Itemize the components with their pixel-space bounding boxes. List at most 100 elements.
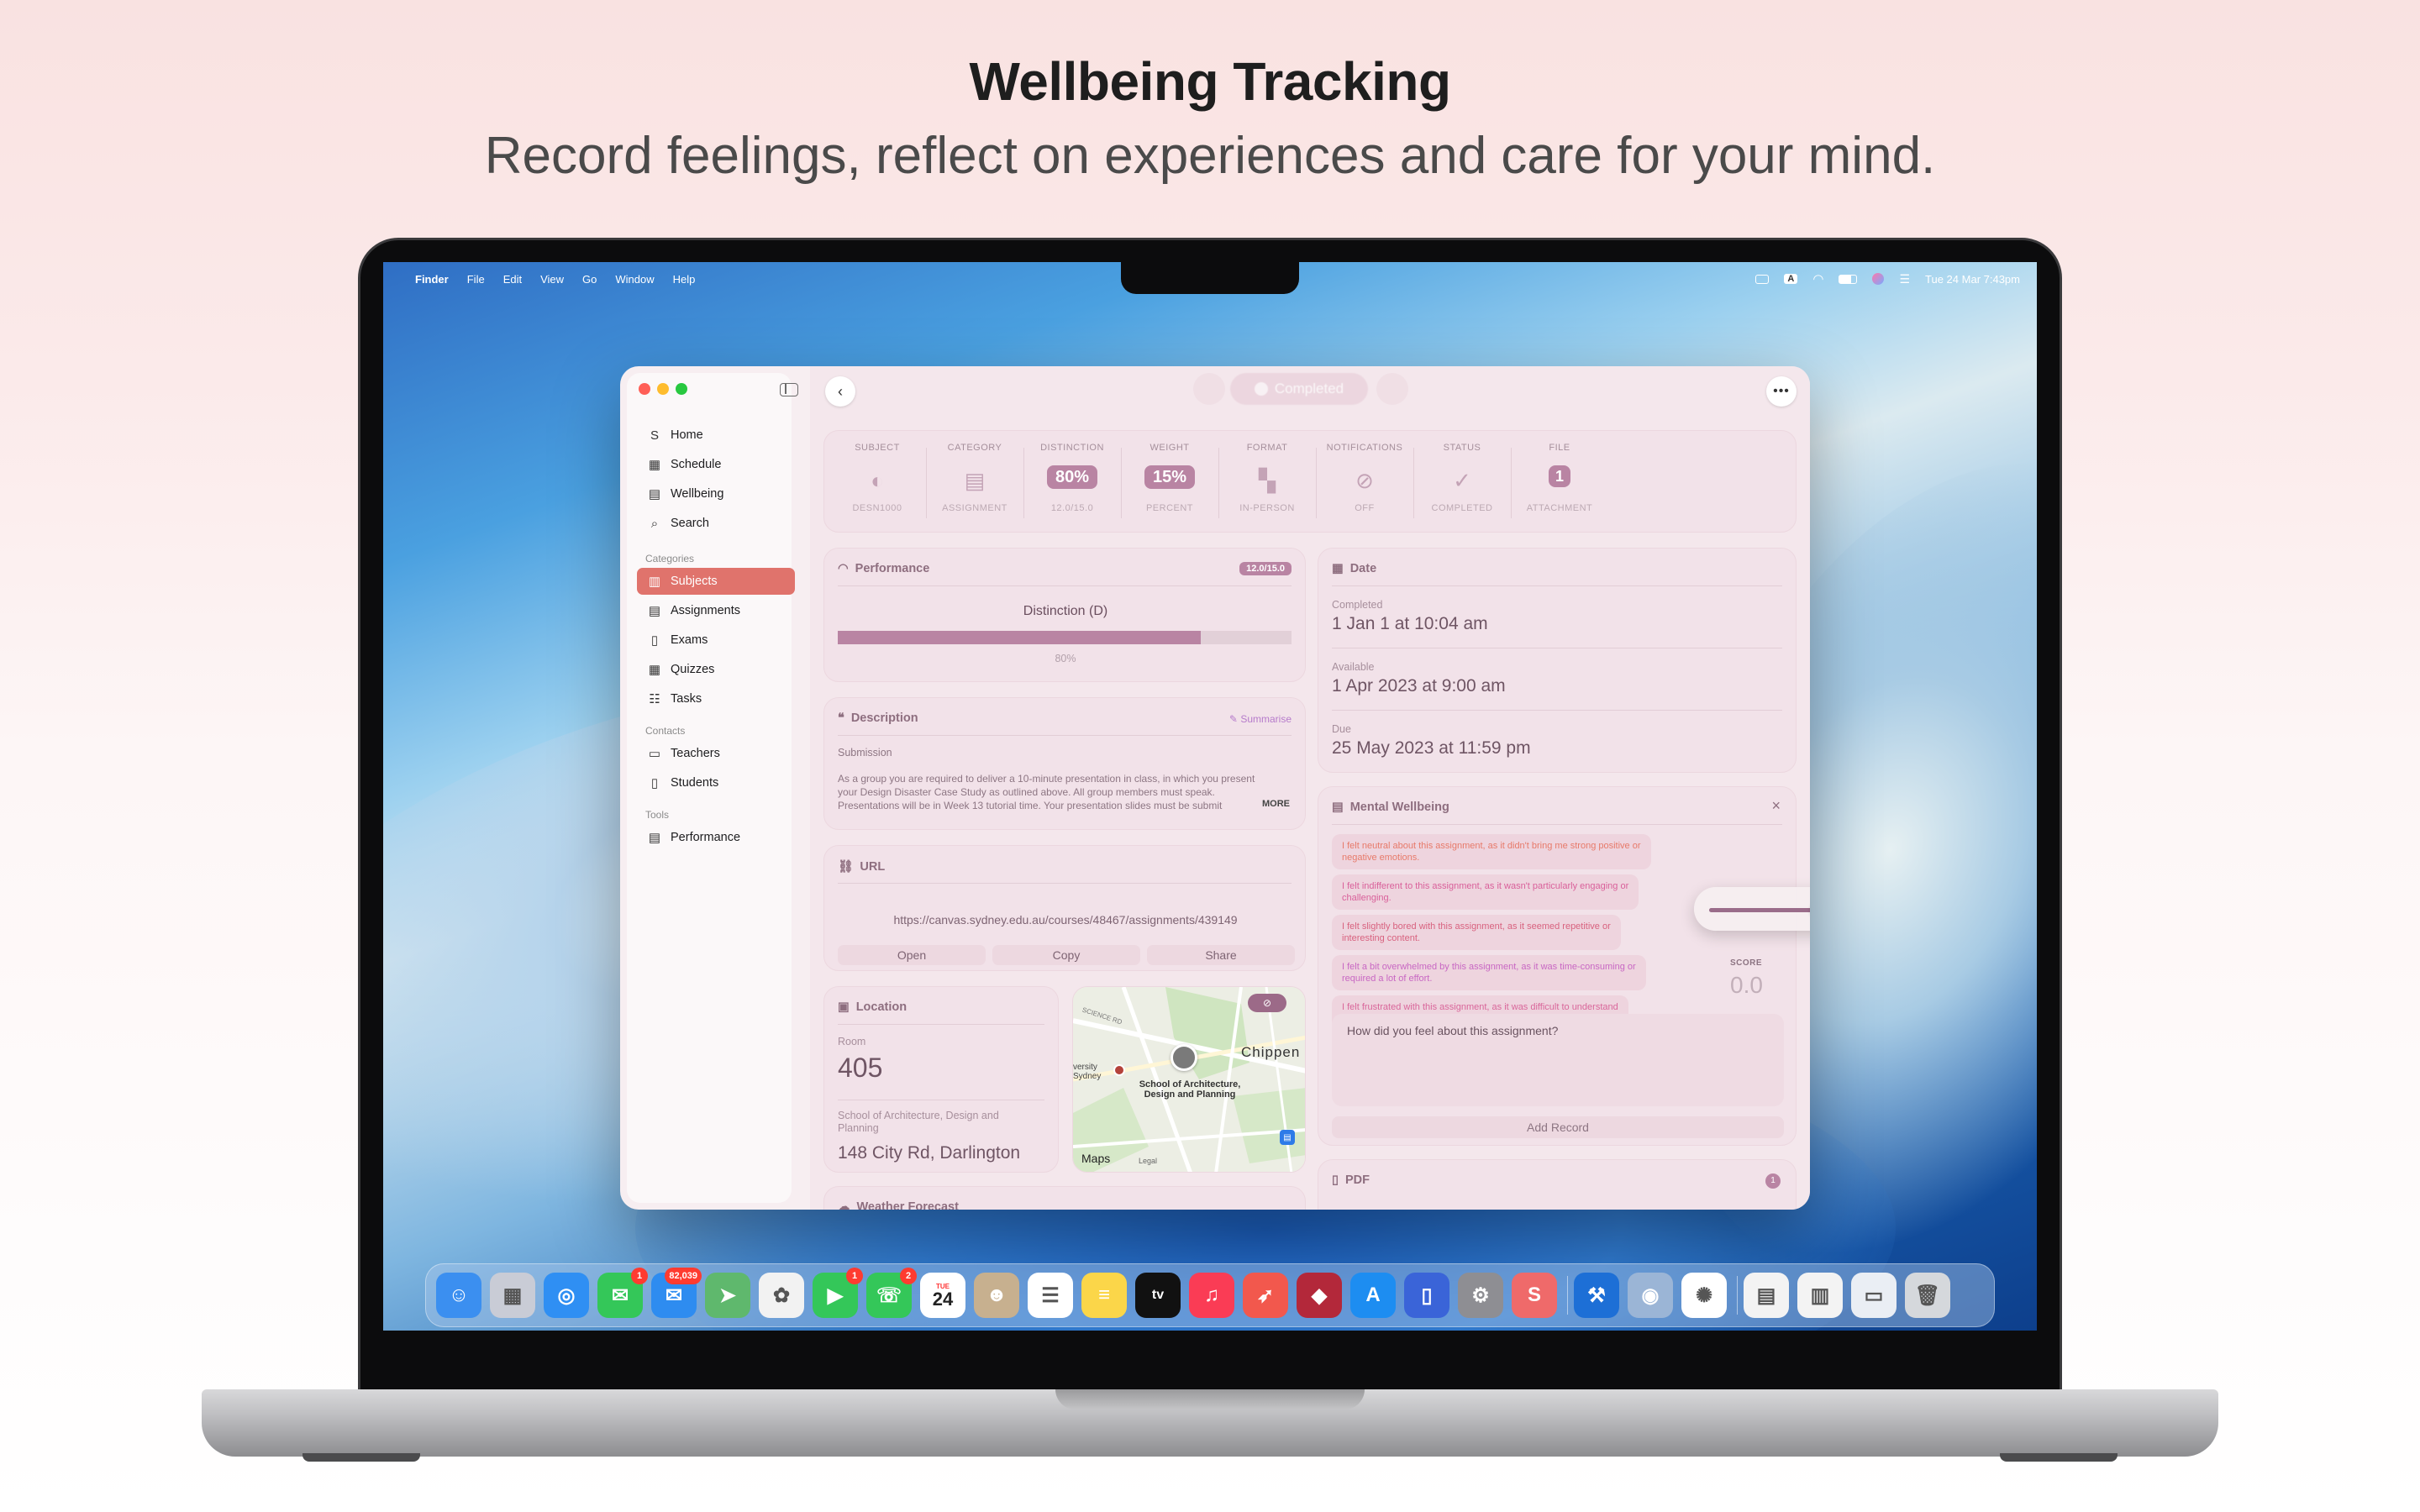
stat-weight[interactable]: WEIGHT 15% PERCENT — [1123, 431, 1216, 533]
menu-window[interactable]: Window — [615, 273, 654, 286]
menu-file[interactable]: File — [467, 273, 485, 286]
sidebar-item-teachers[interactable]: ▭ Teachers — [637, 740, 795, 767]
stat-format[interactable]: FORMAT ▚ IN-PERSON — [1221, 431, 1313, 533]
dock-icon-glyph: ♫ — [1204, 1284, 1219, 1306]
sidebar-item-exams[interactable]: ▯ Exams — [637, 627, 795, 654]
sidebar-item-search[interactable]: ⌕ Search — [637, 510, 795, 537]
sidebar-item-quizzes[interactable]: ▦ Quizzes — [637, 656, 795, 683]
description-line: your Design Disaster Case Study as outli… — [838, 786, 1215, 798]
menu-help[interactable]: Help — [673, 273, 696, 286]
phone-icon[interactable]: ☏ 2 — [866, 1268, 917, 1318]
doc-stack-icon[interactable]: ▤ — [1744, 1273, 1789, 1318]
close-window-button[interactable] — [639, 383, 650, 395]
map-icon: ▣ — [838, 1000, 850, 1014]
menu-go[interactable]: Go — [582, 273, 597, 286]
sidebar-item-students[interactable]: ▯ Students — [637, 769, 795, 796]
close-icon[interactable]: × — [1771, 797, 1781, 815]
safari-icon[interactable]: ◎ — [544, 1273, 589, 1318]
launchpad-icon[interactable]: ▦ — [490, 1273, 535, 1318]
url-open-button[interactable]: Open — [838, 945, 986, 965]
university-poi-icon[interactable] — [1113, 1064, 1125, 1076]
disk-utility-icon[interactable]: ◉ — [1628, 1273, 1673, 1318]
screen-mirror-icon[interactable] — [1755, 274, 1770, 284]
score-slider-fill — [1709, 908, 1810, 912]
maps-icon[interactable]: ➤ — [705, 1273, 750, 1318]
sidebar-item-home[interactable]: S Home — [637, 422, 795, 449]
contacts-icon[interactable]: ☻ — [974, 1273, 1019, 1318]
menu-edit[interactable]: Edit — [503, 273, 522, 286]
map-legal-link[interactable]: Legal — [1139, 1157, 1157, 1165]
system-settings-icon[interactable]: ⚙ — [1458, 1273, 1503, 1318]
zoom-window-button[interactable] — [676, 383, 687, 395]
app-store-icon[interactable]: A — [1350, 1273, 1396, 1318]
map-3d-button[interactable]: ▤ — [1280, 1130, 1295, 1145]
ghost-toolbar-button[interactable] — [1193, 373, 1225, 405]
status-toolbar-pill[interactable]: Completed — [1230, 373, 1368, 405]
score-slider-popover[interactable] — [1694, 887, 1810, 931]
grade-label: Distinction (D) — [1023, 604, 1108, 618]
finder-icon[interactable]: ☺ — [436, 1273, 481, 1318]
facetime-icon[interactable]: ▶ 1 — [813, 1268, 863, 1318]
stat-file[interactable]: FILE 1 ATTACHMENT — [1513, 431, 1606, 533]
siri-icon[interactable] — [1872, 273, 1885, 285]
stat-notifications[interactable]: NOTIFICATIONS ⊘ OFF — [1318, 431, 1411, 533]
document-icon: ▤ — [648, 604, 661, 618]
simulator-icon[interactable]: ▯ — [1404, 1273, 1449, 1318]
music-icon[interactable]: ♫ — [1189, 1273, 1234, 1318]
ruby-icon[interactable]: ◆ — [1297, 1273, 1342, 1318]
wifi-icon[interactable]: ◠ — [1812, 271, 1823, 286]
notes-icon[interactable]: ≡ — [1081, 1273, 1127, 1318]
menu-view[interactable]: View — [540, 273, 564, 286]
more-options-button[interactable]: ••• — [1766, 376, 1797, 407]
ghost-toolbar-button[interactable] — [1376, 373, 1408, 405]
sidebar-item-tasks[interactable]: ☷ Tasks — [637, 685, 795, 712]
sidebar-toggle-icon[interactable] — [780, 383, 798, 396]
wellbeing-option-chip[interactable]: I felt a bit overwhelmed by this assignm… — [1332, 955, 1646, 990]
chatgpt-icon[interactable]: ✺ — [1681, 1273, 1727, 1318]
input-source-icon[interactable]: A — [1784, 274, 1798, 284]
stat-subject[interactable]: SUBJECT ◐ DESN1000 — [831, 431, 923, 533]
dock-icon-glyph: ✉ — [665, 1284, 683, 1307]
minimize-window-button[interactable] — [657, 383, 669, 395]
url-share-button[interactable]: Share — [1147, 945, 1295, 965]
sidebar-item-performance[interactable]: ▤ Performance — [637, 824, 795, 851]
battery-icon[interactable] — [1839, 274, 1858, 284]
menu-clock[interactable]: Tue 24 Mar 7:43pm — [1925, 273, 2020, 286]
more-link[interactable]: MORE — [1259, 799, 1290, 809]
wellbeing-option-chip[interactable]: I felt slightly bored with this assignme… — [1332, 915, 1621, 950]
wellbeing-option-chip[interactable]: I felt neutral about this assignment, as… — [1332, 834, 1651, 869]
stat-distinction[interactable]: DISTINCTION 80% 12.0/15.0 — [1026, 431, 1118, 533]
sidebar-section-contacts: Contacts — [645, 725, 686, 737]
feeling-text-area[interactable]: How did you feel about this assignment? — [1332, 1014, 1784, 1106]
url-copy-button[interactable]: Copy — [992, 945, 1140, 965]
location-pin-icon[interactable] — [1171, 1044, 1197, 1071]
sidebar-item-subjects[interactable]: ▥ Subjects — [637, 568, 795, 595]
doc-preview-icon[interactable]: ▥ — [1797, 1273, 1843, 1318]
mail-icon[interactable]: ✉ 82,039 — [651, 1268, 702, 1318]
summarise-button[interactable]: ✎ Summarise — [1229, 713, 1292, 725]
sidebar-item-schedule[interactable]: ▦ Schedule — [637, 451, 795, 478]
add-record-button[interactable]: Add Record — [1332, 1116, 1784, 1138]
messages-icon[interactable]: ✉ 1 — [597, 1268, 648, 1318]
s-app-icon[interactable]: S — [1512, 1273, 1557, 1318]
hide-map-button[interactable]: ⊘ — [1248, 994, 1286, 1012]
url-link[interactable]: https://canvas.sydney.edu.au/courses/484… — [824, 913, 1307, 927]
rocket-icon[interactable]: ➶ — [1243, 1273, 1288, 1318]
wellbeing-option-chip[interactable]: I felt indifferent to this assignment, a… — [1332, 874, 1639, 910]
calendar-icon[interactable]: TUE 24 — [920, 1273, 965, 1318]
map-card[interactable]: SCIENCE RD ⊘ School of Architecture, Des… — [1072, 986, 1306, 1173]
apple-tv-icon[interactable]: tv — [1135, 1273, 1181, 1318]
window-preview-icon[interactable]: ▭ — [1851, 1273, 1897, 1318]
stat-status[interactable]: STATUS ✓ COMPLETED — [1416, 431, 1508, 533]
reminders-icon[interactable]: ☰ — [1028, 1273, 1073, 1318]
photos-icon[interactable]: ✿ — [759, 1273, 804, 1318]
trash-icon[interactable]: 🗑 — [1905, 1273, 1950, 1318]
control-center-icon[interactable]: ☰ — [1899, 272, 1910, 286]
stat-category[interactable]: CATEGORY ▤ ASSIGNMENT — [929, 431, 1021, 533]
xcode-icon[interactable]: ⚒ — [1574, 1273, 1619, 1318]
sidebar-item-assignments[interactable]: ▤ Assignments — [637, 597, 795, 624]
sidebar-item-wellbeing[interactable]: ▤ Wellbeing — [637, 480, 795, 507]
menu-app-name[interactable]: Finder — [415, 273, 449, 286]
score-slider-track[interactable] — [1709, 908, 1810, 912]
back-button[interactable]: ‹ — [825, 376, 855, 407]
